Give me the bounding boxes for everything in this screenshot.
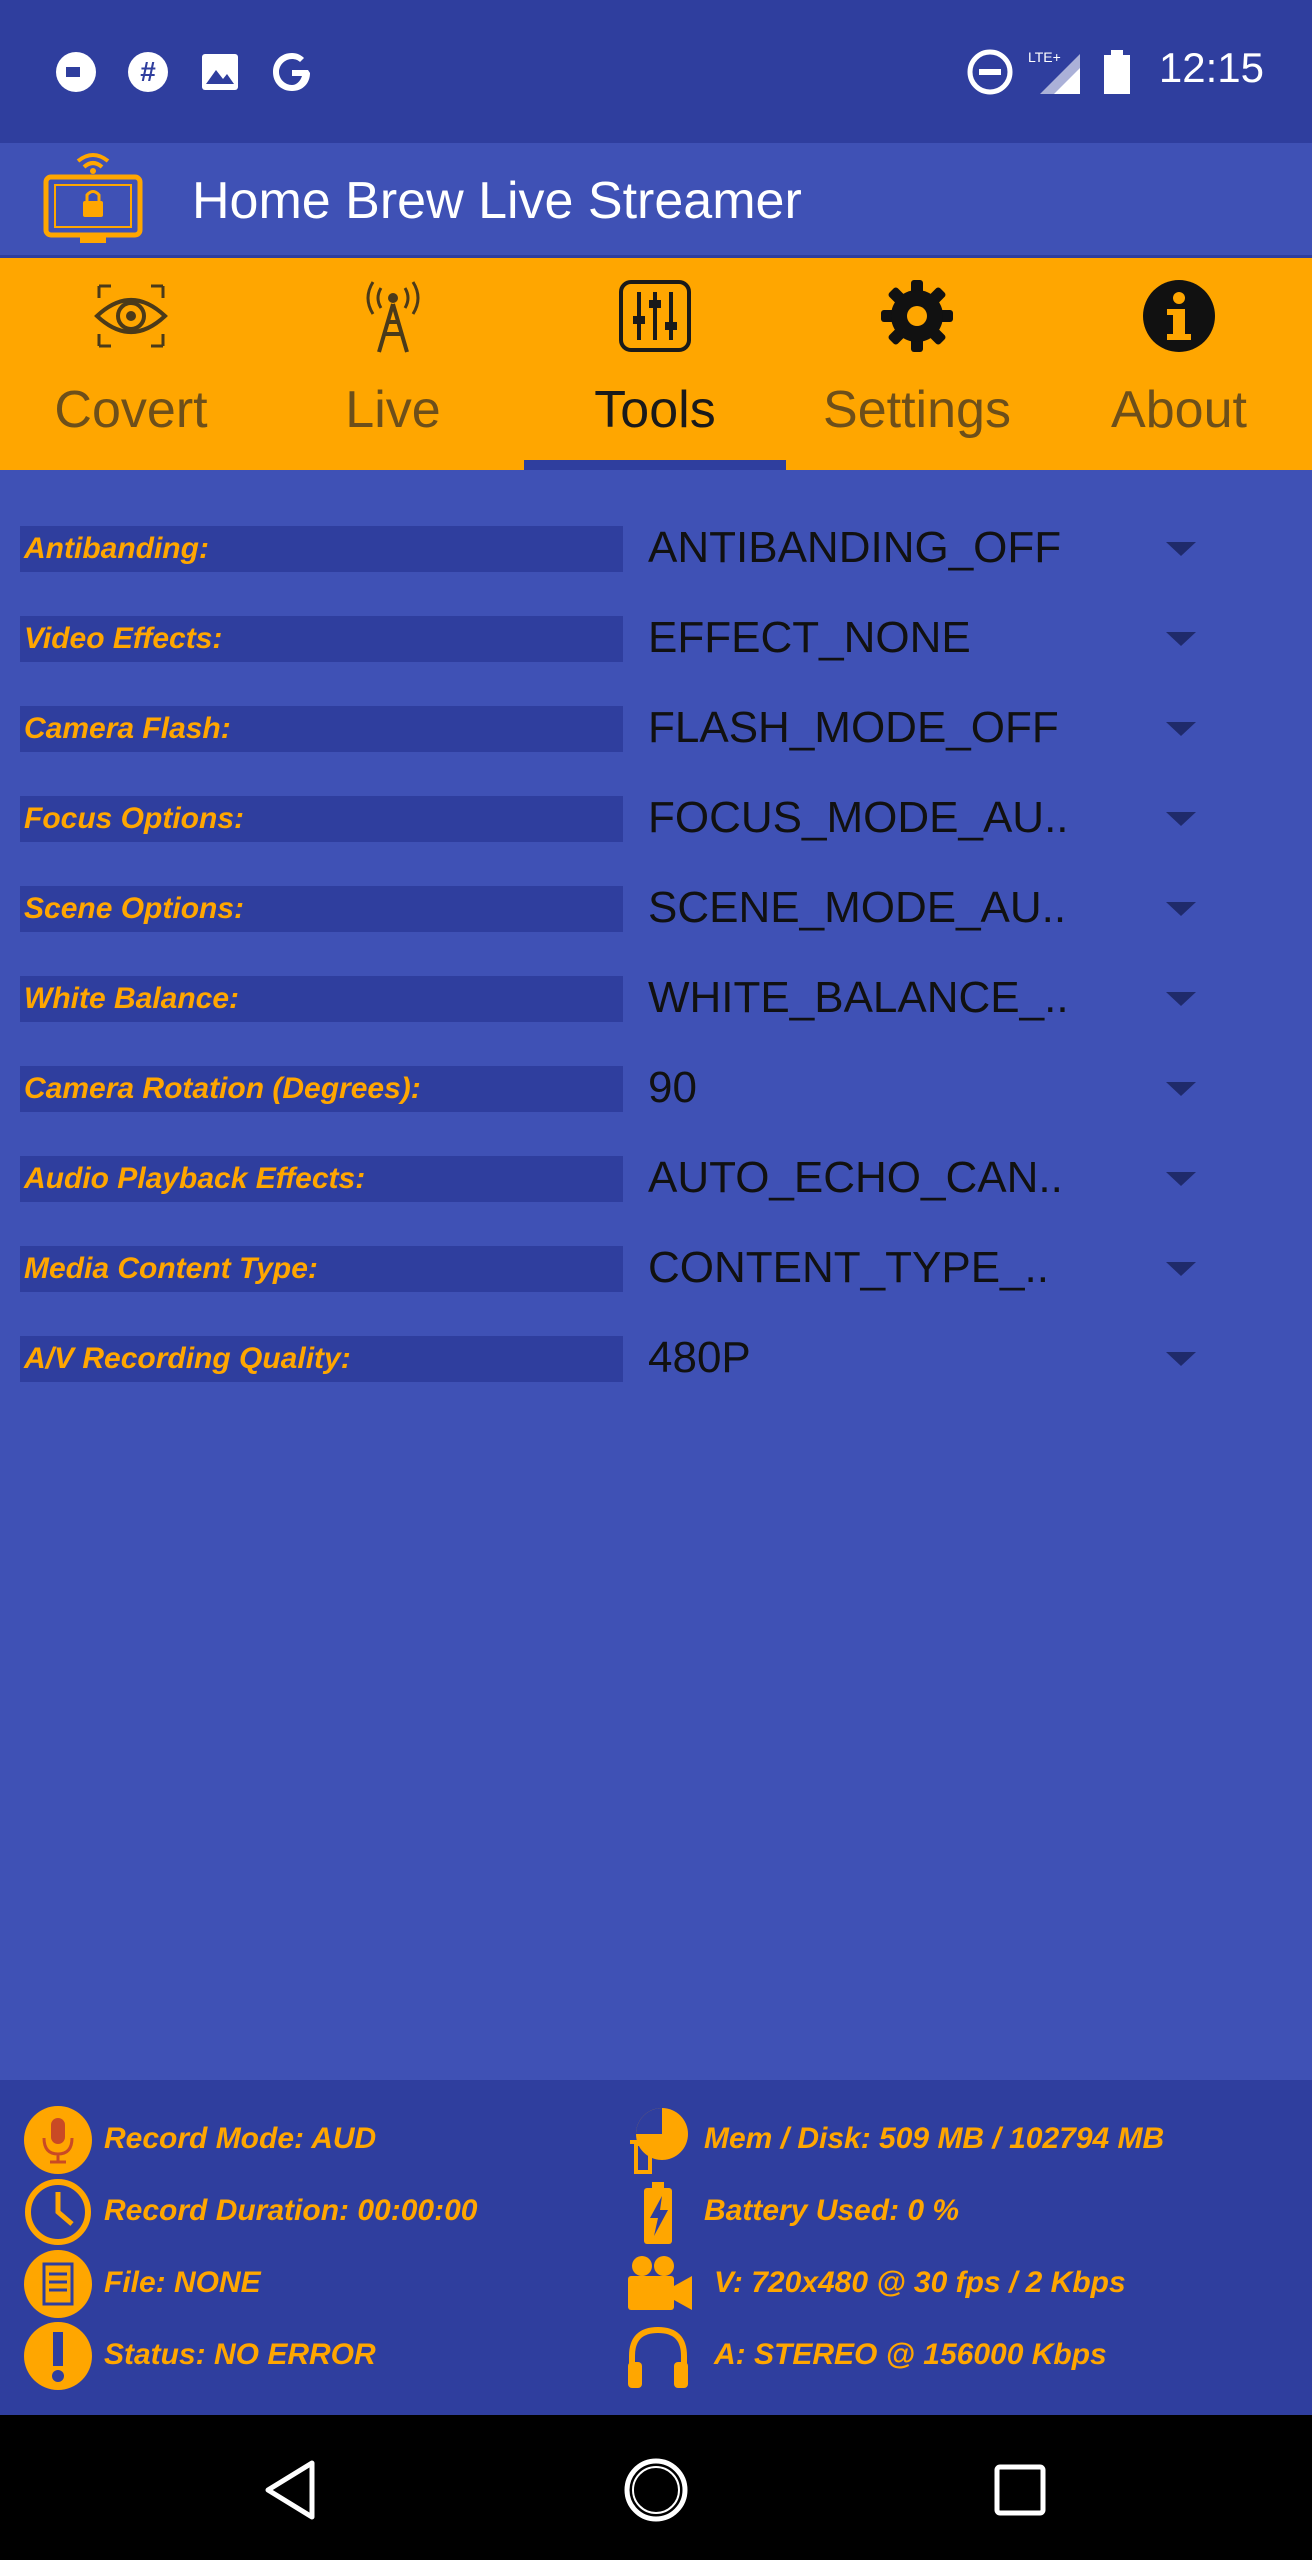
dropdown-arrow-icon[interactable] bbox=[1166, 542, 1196, 556]
google-icon bbox=[273, 53, 310, 91]
setting-label: Antibanding: bbox=[20, 526, 623, 572]
setting-dropdown[interactable]: EFFECT_NONE bbox=[648, 608, 1068, 668]
info-text: File: NONE bbox=[104, 2266, 261, 2299]
navigation-bar bbox=[0, 2415, 1312, 2560]
dropdown-arrow-icon[interactable] bbox=[1166, 1082, 1196, 1096]
setting-dropdown[interactable]: 90 bbox=[648, 1058, 1068, 1118]
tab-label: Live bbox=[345, 381, 441, 439]
dropdown-arrow-icon[interactable] bbox=[1166, 902, 1196, 916]
setting-label: Video Effects: bbox=[20, 616, 623, 662]
video-camera-icon bbox=[628, 2256, 692, 2310]
info-text: A: STEREO @ 156000 Kbps bbox=[714, 2338, 1107, 2371]
dropdown-arrow-icon[interactable] bbox=[1166, 992, 1196, 1006]
pie-chart-icon bbox=[630, 2108, 688, 2174]
tab-bar: Covert Live Tools Settings About bbox=[0, 258, 1312, 470]
setting-label: A/V Recording Quality: bbox=[20, 1336, 623, 1382]
setting-dropdown[interactable]: FLASH_MODE_OFF bbox=[648, 698, 1068, 758]
setting-label: Camera Flash: bbox=[20, 706, 623, 752]
dropdown-arrow-icon[interactable] bbox=[1166, 1172, 1196, 1186]
image-icon bbox=[202, 54, 238, 90]
setting-row-camera-rotation: Camera Rotation (Degrees): 90 bbox=[0, 1044, 1312, 1134]
clock-icon bbox=[25, 2179, 91, 2245]
dropdown-arrow-icon[interactable] bbox=[1166, 632, 1196, 646]
antenna-icon bbox=[366, 281, 420, 353]
dropdown-arrow-icon[interactable] bbox=[1166, 722, 1196, 736]
tab-label: Settings bbox=[823, 381, 1011, 439]
tab-live[interactable]: Live bbox=[262, 258, 524, 470]
setting-row-scene-options: Scene Options: SCENE_MODE_AU.. bbox=[0, 864, 1312, 954]
battery-icon bbox=[1104, 50, 1130, 94]
exclamation-icon bbox=[24, 2322, 92, 2390]
dropdown-arrow-icon[interactable] bbox=[1166, 1352, 1196, 1366]
info-text: Battery Used: 0 % bbox=[704, 2194, 960, 2227]
status-bar: # LTE+ 12:15 bbox=[0, 0, 1312, 143]
setting-row-focus-options: Focus Options: FOCUS_MODE_AU.. bbox=[0, 774, 1312, 864]
setting-dropdown[interactable]: 480P bbox=[648, 1328, 1068, 1388]
microphone-icon bbox=[24, 2106, 92, 2174]
setting-row-audio-playback-effects: Audio Playback Effects: AUTO_ECHO_CAN.. bbox=[0, 1134, 1312, 1224]
info-text: Record Mode: AUD bbox=[104, 2122, 377, 2155]
slack-icon: # bbox=[128, 52, 168, 92]
tab-label: Tools bbox=[594, 381, 716, 439]
setting-label: Media Content Type: bbox=[20, 1246, 623, 1292]
headphones-icon bbox=[628, 2326, 688, 2388]
info-text: V: 720x480 @ 30 fps / 2 Kbps bbox=[714, 2266, 1126, 2299]
setting-label: White Balance: bbox=[20, 976, 623, 1022]
document-icon bbox=[24, 2250, 92, 2318]
network-label: LTE+ bbox=[1028, 49, 1061, 65]
app-bar: Home Brew Live Streamer bbox=[0, 143, 1312, 259]
setting-row-video-effects: Video Effects: EFFECT_NONE bbox=[0, 594, 1312, 684]
app-title: Home Brew Live Streamer bbox=[192, 172, 802, 230]
dropdown-arrow-icon[interactable] bbox=[1166, 1262, 1196, 1276]
gear-icon bbox=[881, 280, 953, 352]
eye-icon bbox=[94, 284, 168, 348]
info-text: Record Duration: 00:00:00 bbox=[104, 2194, 478, 2227]
dot-circle-icon bbox=[56, 52, 96, 92]
recents-icon[interactable] bbox=[985, 2455, 1055, 2525]
setting-dropdown[interactable]: AUTO_ECHO_CAN.. bbox=[648, 1148, 1068, 1208]
battery-charging-icon bbox=[644, 2182, 672, 2244]
tab-label: About bbox=[1111, 381, 1247, 439]
dnd-icon bbox=[967, 49, 1013, 95]
setting-row-recording-quality: A/V Recording Quality: 480P bbox=[0, 1314, 1312, 1404]
setting-dropdown[interactable]: SCENE_MODE_AU.. bbox=[648, 878, 1068, 938]
sliders-icon bbox=[619, 280, 691, 352]
setting-row-white-balance: White Balance: WHITE_BALANCE_.. bbox=[0, 954, 1312, 1044]
setting-dropdown[interactable]: CONTENT_TYPE_.. bbox=[648, 1238, 1068, 1298]
signal-lte-icon: LTE+ bbox=[1028, 49, 1080, 94]
info-icon bbox=[1143, 280, 1215, 352]
setting-dropdown[interactable]: WHITE_BALANCE_.. bbox=[648, 968, 1068, 1028]
setting-dropdown[interactable]: ANTIBANDING_OFF bbox=[648, 518, 1068, 578]
info-text: Mem / Disk: 509 MB / 102794 MB bbox=[704, 2122, 1165, 2155]
tab-covert[interactable]: Covert bbox=[0, 258, 262, 470]
setting-label: Camera Rotation (Degrees): bbox=[20, 1066, 623, 1112]
setting-row-media-content-type: Media Content Type: CONTENT_TYPE_.. bbox=[0, 1224, 1312, 1314]
tab-label: Covert bbox=[54, 381, 208, 439]
setting-label: Focus Options: bbox=[20, 796, 623, 842]
tab-about[interactable]: About bbox=[1048, 258, 1310, 470]
tab-settings[interactable]: Settings bbox=[786, 258, 1048, 470]
setting-label: Scene Options: bbox=[20, 886, 623, 932]
tab-indicator bbox=[524, 460, 786, 470]
setting-row-camera-flash: Camera Flash: FLASH_MODE_OFF bbox=[0, 684, 1312, 774]
back-icon[interactable] bbox=[256, 2455, 326, 2525]
info-text: Status: NO ERROR bbox=[104, 2338, 376, 2371]
home-icon[interactable] bbox=[621, 2455, 691, 2525]
status-time: 12:15 bbox=[1158, 44, 1264, 91]
setting-dropdown[interactable]: FOCUS_MODE_AU.. bbox=[648, 788, 1068, 848]
setting-row-antibanding: Antibanding: ANTIBANDING_OFF bbox=[0, 504, 1312, 594]
svg-text:#: # bbox=[140, 56, 156, 87]
status-info-panel: Record Mode: AUD Record Duration: 00:00:… bbox=[0, 2080, 1312, 2415]
setting-label: Audio Playback Effects: bbox=[20, 1156, 623, 1202]
tab-tools[interactable]: Tools bbox=[524, 258, 786, 470]
dropdown-arrow-icon[interactable] bbox=[1166, 812, 1196, 826]
tv-lock-wifi-icon bbox=[43, 153, 143, 243]
